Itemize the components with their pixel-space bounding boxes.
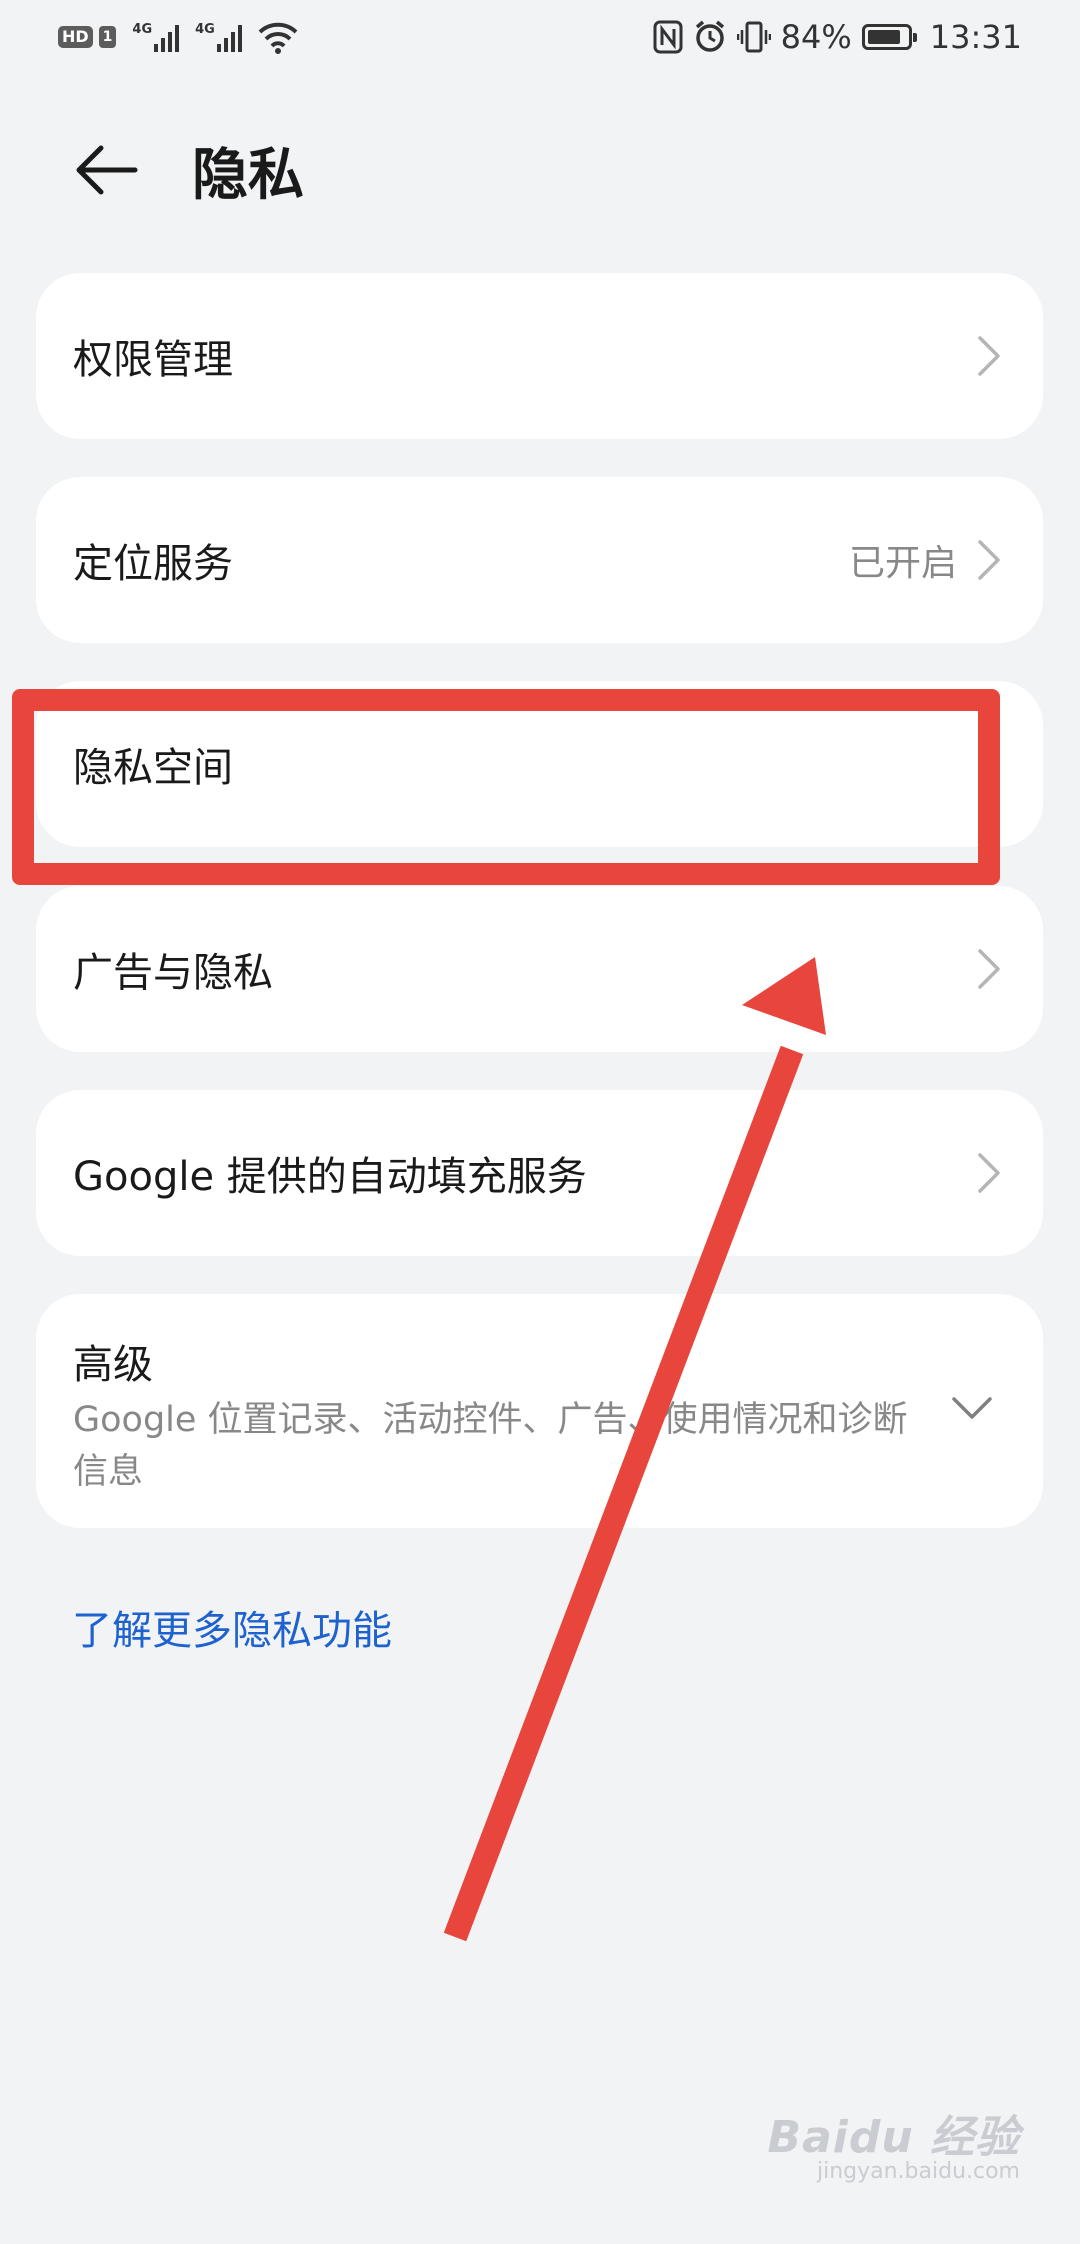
annotation-arrow (443, 957, 826, 1942)
baidu-watermark: Baidu 经验 jingyan.baidu.com (768, 2101, 1020, 2184)
watermark-main: Baidu 经验 (767, 2112, 1020, 2163)
